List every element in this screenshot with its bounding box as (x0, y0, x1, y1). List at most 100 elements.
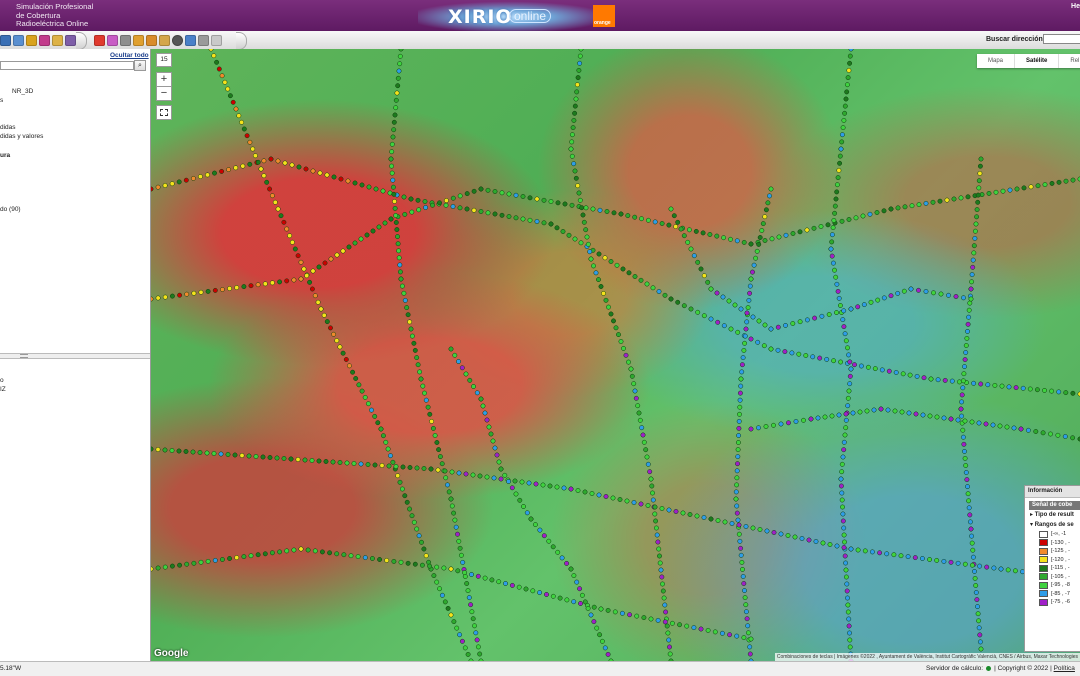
measurement-point[interactable] (606, 304, 611, 310)
measurement-point[interactable] (860, 213, 866, 219)
tree-item-medidas-valores[interactable]: didas y valores (0, 133, 43, 140)
measurement-point[interactable] (812, 315, 818, 321)
measurement-point[interactable] (970, 264, 976, 270)
measurement-point[interactable] (211, 53, 217, 59)
measurement-point[interactable] (590, 206, 596, 212)
measurement-point[interactable] (380, 188, 386, 194)
measurement-point[interactable] (881, 208, 887, 214)
measurement-point[interactable] (571, 599, 577, 605)
measurement-point[interactable] (973, 583, 979, 588)
measurement-point[interactable] (839, 469, 845, 475)
measurement-point[interactable] (956, 379, 962, 385)
measurement-point[interactable] (839, 132, 845, 138)
measurement-point[interactable] (740, 574, 746, 579)
measurement-point[interactable] (155, 565, 161, 571)
measurement-point[interactable] (744, 310, 750, 316)
measurement-point[interactable] (739, 369, 745, 375)
measurement-point[interactable] (197, 174, 203, 180)
measurement-point[interactable] (909, 203, 915, 209)
measurement-point[interactable] (494, 452, 500, 458)
measurement-point[interactable] (303, 166, 309, 172)
measurement-point[interactable] (739, 559, 745, 565)
measurement-point[interactable] (466, 595, 472, 601)
fullscreen-button[interactable] (156, 105, 172, 120)
measurement-point[interactable] (524, 510, 530, 516)
measurement-point[interactable] (430, 202, 435, 208)
measurement-point[interactable] (355, 554, 361, 560)
measurement-point[interactable] (735, 461, 740, 467)
measurement-point[interactable] (155, 447, 161, 452)
measurement-point[interactable] (899, 409, 905, 415)
measurement-point[interactable] (971, 380, 977, 386)
measurement-point[interactable] (971, 243, 977, 249)
measurement-point[interactable] (309, 458, 315, 463)
measurement-point[interactable] (662, 292, 668, 298)
measurement-point[interactable] (282, 160, 288, 166)
measurement-point[interactable] (930, 199, 936, 205)
measurement-point[interactable] (976, 185, 982, 191)
measurement-point[interactable] (826, 312, 832, 317)
measurement-point[interactable] (581, 219, 587, 225)
measurement-point[interactable] (841, 308, 847, 314)
measurement-point[interactable] (969, 279, 975, 285)
measurement-point[interactable] (847, 53, 853, 59)
measurement-point[interactable] (414, 465, 420, 471)
measurement-point[interactable] (838, 483, 844, 489)
measurement-point[interactable] (1063, 390, 1069, 396)
measurement-point[interactable] (397, 269, 403, 275)
measurement-point[interactable] (768, 326, 774, 332)
measurement-point[interactable] (719, 630, 725, 636)
measurement-point[interactable] (397, 262, 403, 268)
measurement-point[interactable] (790, 231, 796, 236)
measurement-point[interactable] (908, 286, 914, 292)
measurement-point[interactable] (431, 573, 437, 579)
zoom-out-button[interactable]: − (156, 86, 172, 101)
measurement-point[interactable] (735, 329, 741, 335)
measurement-point[interactable] (513, 215, 519, 221)
measurement-point[interactable] (222, 79, 228, 85)
measurement-point[interactable] (488, 431, 494, 437)
measurement-point[interactable] (841, 532, 847, 538)
measurement-point[interactable] (474, 637, 480, 643)
measurement-point[interactable] (972, 568, 977, 574)
measurement-point[interactable] (886, 368, 892, 374)
measurement-point[interactable] (667, 651, 673, 657)
measurement-point[interactable] (503, 581, 508, 586)
measurement-point[interactable] (377, 557, 383, 562)
measurement-point[interactable] (741, 635, 747, 641)
measurement-point[interactable] (362, 555, 368, 561)
measurement-point[interactable] (392, 205, 398, 211)
measurement-point[interactable] (621, 345, 626, 351)
measurement-point[interactable] (569, 132, 575, 138)
measurement-point[interactable] (884, 551, 890, 557)
measurement-point[interactable] (598, 284, 604, 289)
measurement-point[interactable] (695, 309, 701, 315)
measurement-point[interactable] (331, 331, 337, 337)
measurement-point[interactable] (316, 458, 322, 464)
measurement-point[interactable] (634, 613, 640, 619)
measurement-point[interactable] (867, 211, 873, 217)
tools-icon[interactable] (120, 34, 131, 46)
measurement-point[interactable] (473, 630, 479, 636)
measurement-point[interactable] (392, 198, 397, 204)
measurement-point[interactable] (874, 210, 880, 215)
measurement-point[interactable] (359, 388, 365, 394)
measurement-point[interactable] (762, 214, 768, 220)
measurement-point[interactable] (846, 352, 852, 358)
tree-item-medidas[interactable]: didas (0, 124, 16, 131)
measurement-point[interactable] (520, 216, 526, 222)
measurement-point[interactable] (492, 211, 498, 217)
measurement-point[interactable] (575, 183, 581, 189)
measurement-point[interactable] (972, 235, 978, 241)
measurement-point[interactable] (234, 555, 240, 561)
measurement-point[interactable] (395, 473, 401, 479)
measurement-point[interactable] (834, 189, 840, 195)
measurement-point[interactable] (554, 484, 560, 490)
measurement-point[interactable] (247, 139, 253, 145)
measurement-point[interactable] (302, 457, 308, 463)
measurement-point[interactable] (841, 324, 847, 330)
measurement-point[interactable] (857, 409, 863, 415)
measurement-point[interactable] (572, 110, 578, 116)
measurement-point[interactable] (348, 553, 354, 559)
measurement-point[interactable] (358, 236, 364, 242)
